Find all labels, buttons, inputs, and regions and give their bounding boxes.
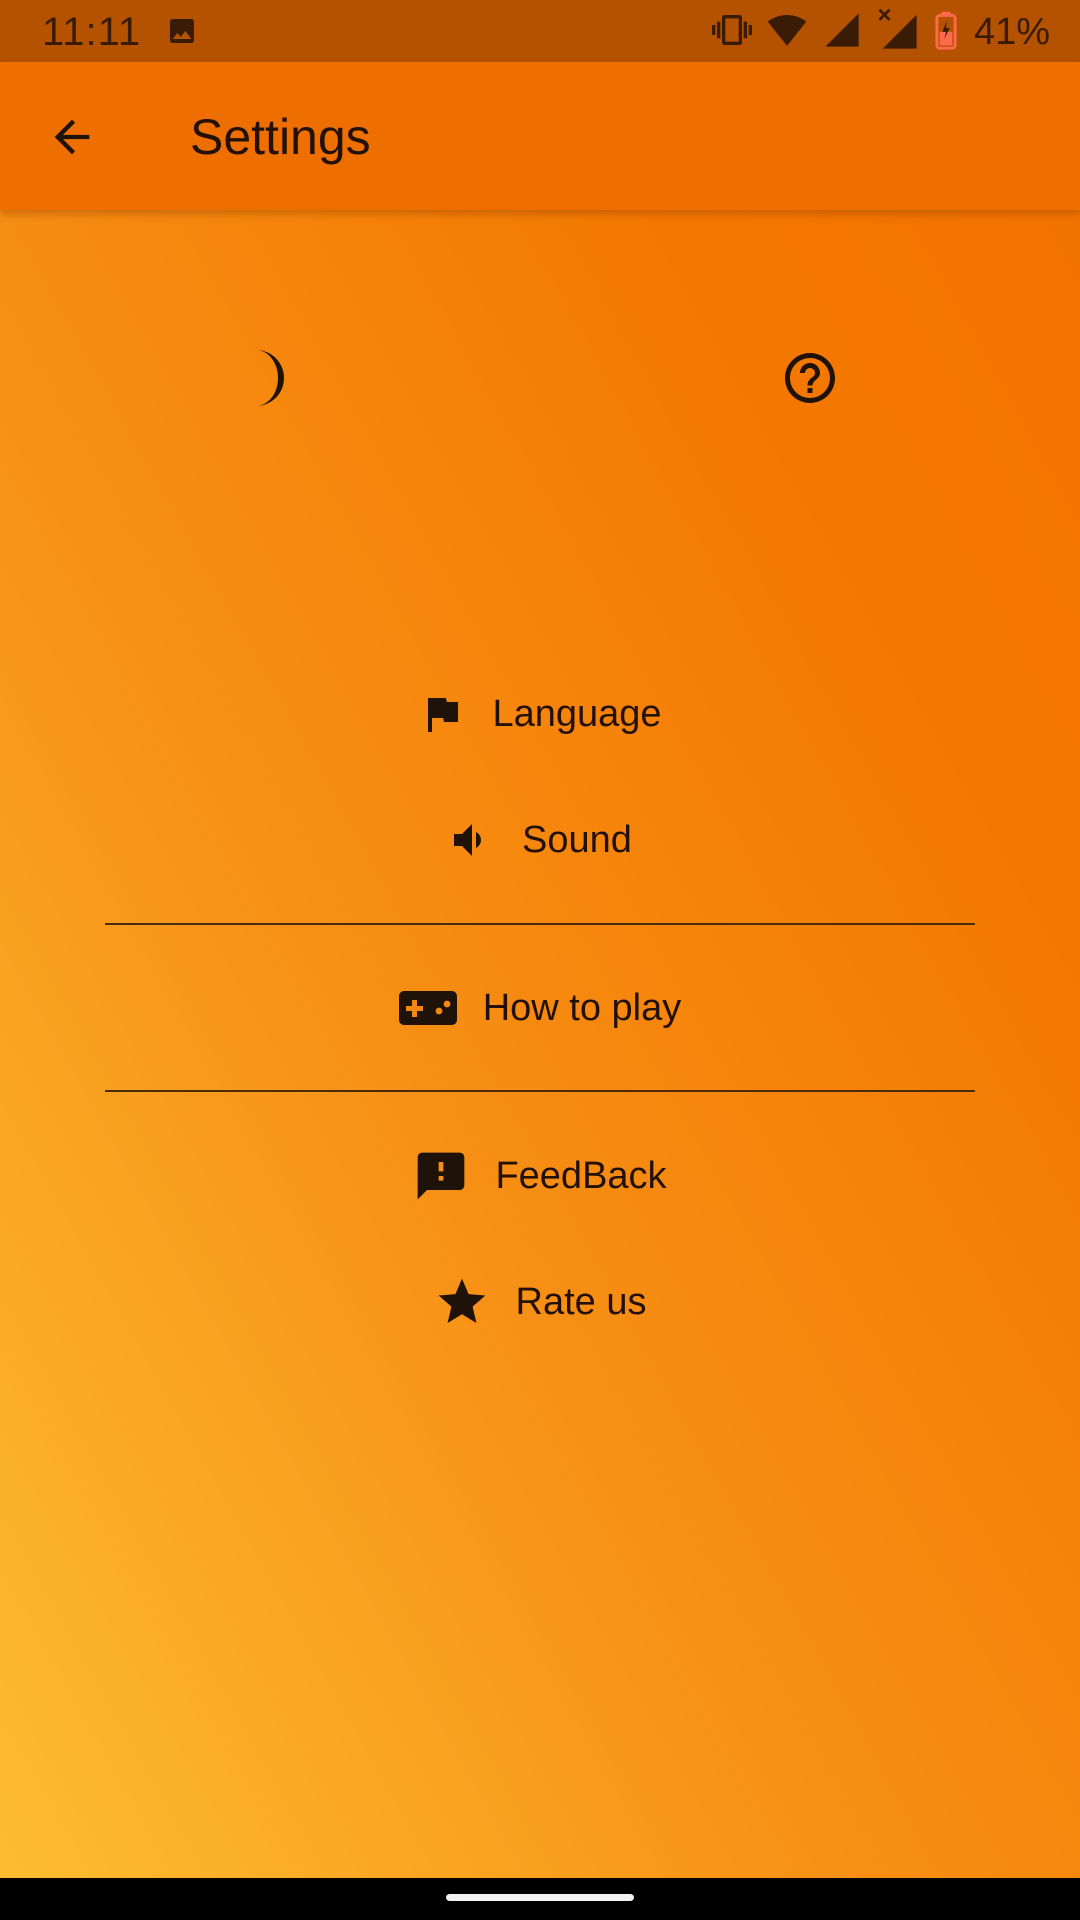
- status-bar: 11:11 41%: [0, 0, 1080, 62]
- help-circle-icon: [785, 353, 835, 403]
- menu-item-feedback[interactable]: FeedBack: [0, 1126, 1080, 1226]
- page-title: Settings: [190, 109, 371, 165]
- home-indicator[interactable]: [446, 1894, 634, 1901]
- wifi-icon: [766, 10, 808, 55]
- photo-icon: [166, 15, 198, 52]
- navigation-bar: [0, 1878, 1080, 1920]
- battery-percent: 41%: [973, 10, 1050, 53]
- help-button[interactable]: [774, 342, 846, 414]
- divider: [105, 1090, 975, 1092]
- battery-charging-icon: [934, 10, 958, 55]
- menu-item-rate-us[interactable]: Rate us: [0, 1252, 1080, 1352]
- app-bar: Settings: [0, 62, 1080, 210]
- gamepad-icon: [398, 991, 457, 1025]
- signal-no-data-icon: [876, 8, 920, 57]
- status-time: 11:11: [42, 10, 142, 54]
- menu-item-how-to-play[interactable]: How to play: [0, 958, 1080, 1058]
- star-icon: [438, 1278, 485, 1323]
- vibrate-icon: [711, 10, 752, 55]
- menu-label-feedback: FeedBack: [495, 1154, 667, 1197]
- feedback-icon: [418, 1152, 465, 1200]
- menu-label-language: Language: [492, 692, 662, 735]
- menu-label-sound: Sound: [522, 818, 632, 861]
- status-icons: 41%: [711, 8, 1050, 57]
- menu-label-how-to-play: How to play: [482, 986, 682, 1029]
- divider: [105, 923, 975, 925]
- moon-icon: [256, 350, 284, 406]
- menu-item-sound[interactable]: Sound: [0, 790, 1080, 890]
- signal-icon: [822, 10, 862, 55]
- speaker-icon: [454, 824, 482, 856]
- flag-icon: [428, 698, 459, 732]
- theme-toggle-button[interactable]: [236, 342, 308, 414]
- menu-item-language[interactable]: Language: [0, 664, 1080, 764]
- back-button[interactable]: [34, 102, 110, 172]
- arrow-back-icon: [54, 119, 90, 155]
- menu-label-rate-us: Rate us: [515, 1280, 647, 1323]
